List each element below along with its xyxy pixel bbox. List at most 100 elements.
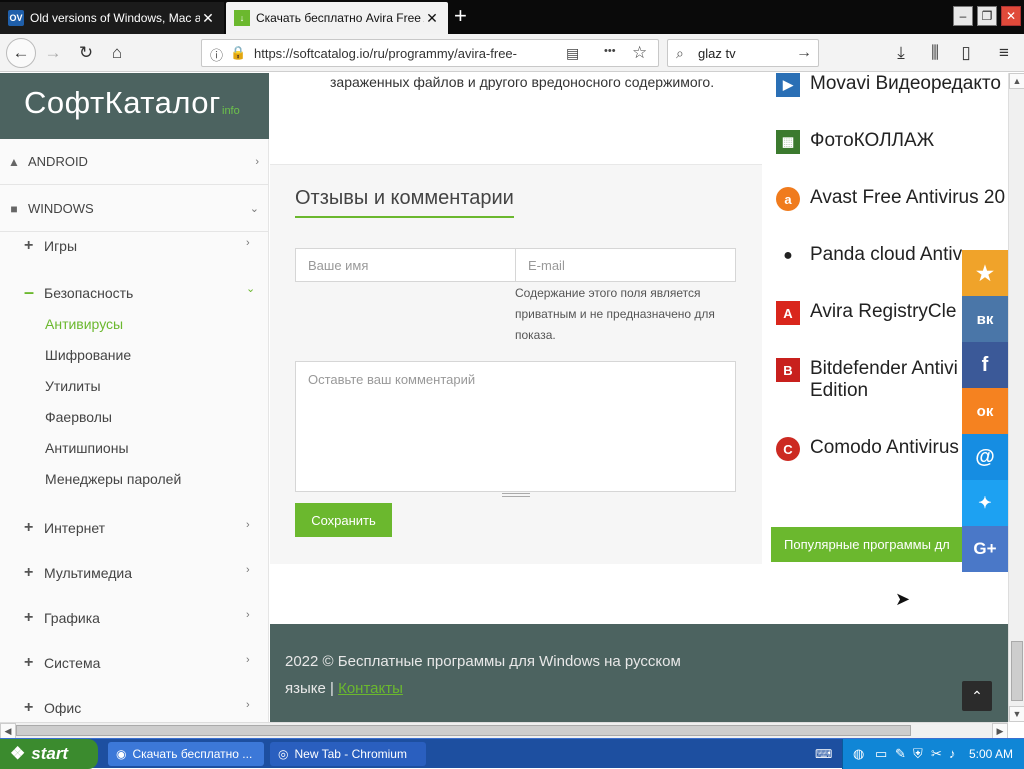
sidebar-item-antispyware[interactable]: Антишпионы [45,440,129,456]
volume-icon[interactable]: ♪ [949,746,956,761]
taskbar-item-chromium[interactable]: ◎ New Tab - Chromium [270,742,426,766]
sidebar-icon[interactable]: ▯ [955,42,977,64]
sidebar-item-system[interactable]: + Система [24,654,100,672]
comment-textarea[interactable]: Оставьте ваш комментарий [295,361,736,492]
network-icon[interactable]: ◍ [853,746,864,762]
program-name: Comodo Antivirus [810,437,959,458]
lock-icon: 🔒 [230,45,247,60]
list-item[interactable]: ▦ ФотоКОЛЛАЖ [776,130,934,154]
facebook-icon[interactable]: f [962,342,1008,388]
tools-icon[interactable]: ✂ [931,746,942,762]
search-input[interactable]: glaz tv [698,46,736,61]
sidebar-item-internet[interactable]: + Интернет [24,519,105,537]
sidebar-item-security[interactable]: – Безопасность [24,282,133,303]
android-icon: ▲ [8,154,20,169]
menu-icon[interactable]: ≡ [993,42,1015,64]
star-icon[interactable]: ★ [962,250,1008,296]
program-name: Avast Free Antivirus 20 [810,187,1006,208]
scroll-thumb[interactable] [1011,641,1023,701]
new-tab-button[interactable]: + [454,5,467,27]
library-icon[interactable]: ⫼ [924,42,946,64]
sidebar-item-games[interactable]: + Игры [24,237,77,255]
chevron-down-icon: ⌄ [246,283,256,295]
bookmark-star-icon[interactable]: ☆ [632,43,647,63]
chevron-right-icon: › [255,155,259,168]
sidebar-item-graphics[interactable]: + Графика [24,609,100,627]
tab-avira-download[interactable]: ↓ Скачать бесплатно Avira Free A ✕ [226,2,448,34]
url-bar[interactable]: ⓘ 🔒 https://softcatalog.io/ru/programmy/… [201,39,659,67]
chevron-right-icon: › [246,519,250,531]
horizontal-scrollbar[interactable]: ◀ ▶ [0,722,1008,739]
sidebar-item-encryption[interactable]: Шифрование [45,347,131,363]
contacts-link[interactable]: Контакты [338,680,403,697]
chromium-icon: ◎ [278,747,289,761]
scroll-thumb[interactable] [16,725,911,736]
search-bar[interactable]: ⌕ glaz tv → [667,39,819,67]
site-logo[interactable]: СофтКаталог info [0,73,269,139]
twitter-icon[interactable]: ✦ [962,480,1008,526]
home-button[interactable]: ⌂ [106,42,128,64]
chevron-right-icon: › [246,237,250,249]
forward-button[interactable]: → [42,42,64,64]
list-item[interactable]: B Bitdefender Antivi Edition [776,358,962,402]
save-button[interactable]: Сохранить [295,503,392,537]
list-item[interactable]: ▶ Movavi Видеоредакто [776,73,1001,97]
mail-ru-icon[interactable]: @ [962,434,1008,480]
resize-handle-icon[interactable] [502,493,530,497]
vk-icon[interactable]: вк [962,296,1008,342]
category-windows[interactable]: ■ WINDOWS ⌄ [0,186,269,232]
sidebar-item-multimedia[interactable]: + Мультимедиа [24,564,132,582]
display-icon[interactable]: ▭ [875,746,887,762]
sidebar-item-password-managers[interactable]: Менеджеры паролей [45,471,181,487]
google-plus-icon[interactable]: G+ [962,526,1008,572]
list-item[interactable]: C Comodo Antivirus [776,437,959,461]
scroll-down-icon[interactable]: ▼ [1009,706,1024,722]
vertical-scrollbar[interactable]: ▲ ▼ [1008,73,1024,722]
email-field[interactable]: E-mail [515,248,736,282]
back-button[interactable]: ← [6,38,36,68]
category-label: ANDROID [28,154,88,169]
info-icon[interactable]: ⓘ [210,45,223,64]
close-window-button[interactable]: ✕ [1001,6,1021,26]
minimize-button[interactable]: – [953,6,973,26]
close-tab-icon[interactable]: ✕ [200,10,216,27]
shield-icon[interactable]: ⛨ [913,746,923,762]
odnoklassniki-icon[interactable]: ок [962,388,1008,434]
restore-button[interactable]: ❐ [977,6,997,26]
sidebar-item-office[interactable]: + Офис [24,699,81,717]
avast-icon: a [776,187,800,211]
sidebar-item-label: Интернет [44,520,106,536]
list-item[interactable]: ● Panda cloud Antiv [776,244,962,268]
browser-toolbar: ← → ↻ ⌂ ⓘ 🔒 https://softcatalog.io/ru/pr… [0,34,1024,72]
footer-text: 2022 © Бесплатные программы для Windows … [285,648,725,702]
scroll-right-icon[interactable]: ▶ [992,723,1008,739]
sidebar-item-antivirus[interactable]: Антивирусы [45,316,123,332]
pen-icon[interactable]: ✎ [895,746,906,762]
taskbar-item-firefox[interactable]: ◉ Скачать бесплатно ... [108,742,264,766]
list-item[interactable]: A Avira RegistryCle [776,301,956,325]
keyboard-icon[interactable]: ⌨ [815,747,832,761]
start-button[interactable]: ❖ start [0,739,98,769]
sidebar-item-label: Система [44,655,101,671]
category-android[interactable]: ▲ ANDROID › [0,139,269,185]
reload-button[interactable]: ↻ [75,42,97,64]
tab-old-versions[interactable]: OV Old versions of Windows, Mac and ✕ [0,2,224,34]
task-label: Скачать бесплатно ... [132,747,253,761]
reader-view-icon[interactable]: ▤ [566,45,579,62]
list-item[interactable]: a Avast Free Antivirus 20 [776,187,1005,211]
page-actions-icon[interactable]: ••• [604,45,616,57]
privacy-note: Содержание этого поля является приватным… [515,286,715,342]
scroll-up-icon[interactable]: ▲ [1009,73,1024,89]
download-icon[interactable]: ⤓ [890,42,912,64]
chevron-right-icon: › [246,654,250,666]
scroll-left-icon[interactable]: ◀ [0,723,16,739]
sidebar-item-label: Графика [44,610,100,626]
sidebar-item-utilities[interactable]: Утилиты [45,378,101,394]
name-field[interactable]: Ваше имя [295,248,516,282]
search-go-icon[interactable]: → [796,44,812,62]
scroll-to-top-button[interactable]: ⌃ [962,681,992,711]
close-tab-icon[interactable]: ✕ [424,10,440,27]
url-text[interactable]: https://softcatalog.io/ru/programmy/avir… [254,46,529,61]
program-name: Avira RegistryCle [810,301,957,322]
sidebar-item-firewalls[interactable]: Фаерволы [45,409,112,425]
